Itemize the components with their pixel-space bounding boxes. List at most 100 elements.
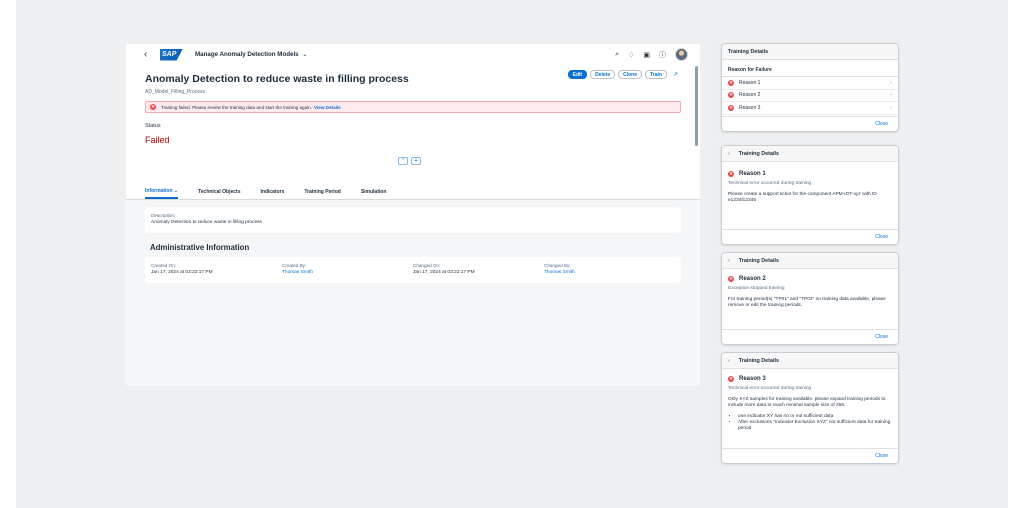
error-icon: ✕: [728, 92, 734, 99]
close-button[interactable]: Close: [875, 453, 888, 459]
reason-body: Only XYZ samples for training available.…: [728, 397, 886, 408]
close-button[interactable]: Close: [875, 121, 888, 127]
close-button[interactable]: Close: [875, 334, 888, 340]
tab-training-period[interactable]: Training Period: [304, 189, 340, 199]
app-title-menu[interactable]: Manage Anomaly Detection Models ⌄: [195, 51, 308, 58]
reason-subtitle: Technical error occurred during training: [728, 386, 812, 391]
changed-by-label: Changed By:: [544, 263, 571, 268]
created-on-field: Created On: Jan 17, 2024 at 03:22:17 PM: [151, 263, 282, 283]
error-icon: ✕: [728, 104, 734, 111]
error-message: Training failed. Please review the train…: [161, 104, 313, 110]
view-details-link[interactable]: View Details: [314, 105, 341, 110]
sap-logo[interactable]: SAP: [160, 48, 183, 61]
tab-simulation[interactable]: Simulation: [361, 189, 387, 199]
popover-header: ‹ Training Details: [722, 146, 898, 162]
changed-by-link[interactable]: Thomas Smith: [544, 270, 675, 275]
reason-1-popover: ‹ Training Details ✕ Reason 1 Technical …: [722, 146, 898, 244]
popover-footer: Close: [722, 329, 898, 344]
changed-by-field: Changed By: Thomas Smith: [544, 263, 675, 283]
tab-indicators[interactable]: Indicators: [261, 189, 285, 199]
close-button[interactable]: Close: [875, 234, 888, 240]
reason-subtitle: Technical error occurred during training: [728, 181, 812, 186]
back-icon[interactable]: ‹: [728, 258, 730, 264]
pin-header-button[interactable]: ⌖: [411, 157, 421, 165]
notification-icon[interactable]: ▣: [643, 51, 650, 59]
edit-button[interactable]: Edit: [567, 70, 588, 79]
chevron-right-icon: ›: [890, 104, 892, 111]
header-actions: Edit Delete Clone Train ↗: [567, 70, 678, 79]
reason-body: For training period(s) "TP01" and "TP03"…: [728, 297, 886, 308]
page-subtitle: AD_Model_Filling_Process: [145, 89, 206, 95]
error-icon: ✕: [728, 79, 734, 86]
popover-header: Training Details: [722, 44, 898, 60]
clone-button[interactable]: Clone: [618, 70, 643, 79]
created-by-field: Created By: Thomas Smith: [282, 263, 413, 283]
lightbulb-icon[interactable]: ♢: [628, 51, 634, 59]
reason-label: Reason 2: [739, 92, 761, 99]
help-icon[interactable]: ⓘ: [659, 50, 666, 60]
header-toggle-buttons: ⌃ ⌖: [398, 157, 421, 165]
reason-2-popover: ‹ Training Details ✕ Reason 2 Exception …: [722, 253, 898, 344]
app-window: ‹ SAP Manage Anomaly Detection Models ⌄ …: [126, 44, 700, 386]
collapse-header-button[interactable]: ⌃: [398, 157, 408, 165]
popover-header: ‹ Training Details: [722, 353, 898, 369]
error-icon: ✕: [728, 276, 734, 282]
created-on-value: Jan 17, 2024 at 03:22:17 PM: [151, 270, 213, 275]
train-button[interactable]: Train: [645, 70, 667, 79]
list-item: After exclusions "Indicator Exclusion XY…: [738, 420, 892, 432]
tab-bar: Information ⌄ Technical Objects Indicato…: [126, 181, 700, 200]
search-icon[interactable]: ⌕: [615, 51, 619, 59]
description-card: Description: Anomaly Detection to reduce…: [145, 207, 681, 233]
error-icon: ✕: [150, 104, 156, 110]
back-button[interactable]: ‹: [144, 49, 156, 60]
tab-technical-objects[interactable]: Technical Objects: [198, 189, 240, 199]
shell-bar: ‹ SAP Manage Anomaly Detection Models ⌄ …: [126, 44, 700, 65]
reason-label: Reason 3: [739, 104, 761, 111]
popover-footer: Close: [722, 229, 898, 244]
back-icon[interactable]: ‹: [728, 358, 730, 364]
delete-button[interactable]: Delete: [590, 70, 616, 79]
status-label: Status: [145, 123, 161, 129]
popover-title: Training Details: [738, 150, 779, 157]
error-icon: ✕: [728, 171, 734, 177]
popover-title: Training Details: [738, 257, 779, 264]
share-icon[interactable]: ↗: [673, 71, 678, 78]
chevron-down-icon: ⌄: [302, 51, 308, 58]
admin-card: Created On: Jan 17, 2024 at 03:22:17 PM …: [145, 257, 681, 283]
chevron-right-icon: ›: [890, 92, 892, 99]
created-by-label: Created By:: [282, 263, 307, 268]
created-on-label: Created On:: [151, 263, 177, 268]
reason-label: Reason 1: [739, 79, 761, 86]
reason-title: ✕ Reason 3: [722, 369, 898, 382]
reason-body: Please create a support ticket for the c…: [728, 192, 877, 203]
description-value: Anomaly Detection to reduce waste in fil…: [151, 220, 262, 225]
admin-section-title: Administrative Information: [150, 243, 250, 252]
shell-actions: ⌕ ♢ ▣ ⓘ: [615, 48, 688, 61]
created-by-link[interactable]: Thomas Smith: [282, 270, 413, 275]
reason-title: ✕ Reason 1: [722, 162, 898, 177]
reason-list-item-1[interactable]: ✕ Reason 1 ›: [722, 77, 898, 90]
reason-title-text: Reason 3: [739, 376, 766, 382]
description-label: Description:: [151, 213, 176, 218]
app-title-text: Manage Anomaly Detection Models: [195, 51, 299, 58]
changed-on-value: Jan 17, 2024 at 03:22:17 PM: [413, 270, 475, 275]
error-message-strip: ✕ Training failed. Please review the tra…: [145, 101, 681, 113]
reason-title-text: Reason 2: [739, 276, 766, 282]
back-icon[interactable]: ‹: [728, 151, 730, 157]
changed-on-label: Changed On:: [413, 263, 441, 268]
popover-footer: Close: [722, 116, 898, 131]
chevron-right-icon: ›: [890, 79, 892, 86]
popover-header: ‹ Training Details: [722, 253, 898, 269]
tab-information[interactable]: Information ⌄: [145, 188, 179, 199]
popover-title: Training Details: [738, 357, 779, 364]
reason-list-item-3[interactable]: ✕ Reason 3 ›: [722, 102, 898, 115]
reason-title: ✕ Reason 2: [722, 269, 898, 282]
status-value: Failed: [145, 135, 170, 145]
error-icon: ✕: [728, 376, 734, 382]
reason-list-item-2[interactable]: ✕ Reason 2 ›: [722, 90, 898, 102]
scrollbar[interactable]: [695, 66, 698, 146]
reason-title-text: Reason 1: [739, 171, 766, 177]
reason-bullet-list: one indicator XY has no or not sufficien…: [722, 409, 898, 432]
avatar[interactable]: [675, 48, 688, 61]
reason-for-failure-label: Reason for Failure: [722, 60, 898, 77]
